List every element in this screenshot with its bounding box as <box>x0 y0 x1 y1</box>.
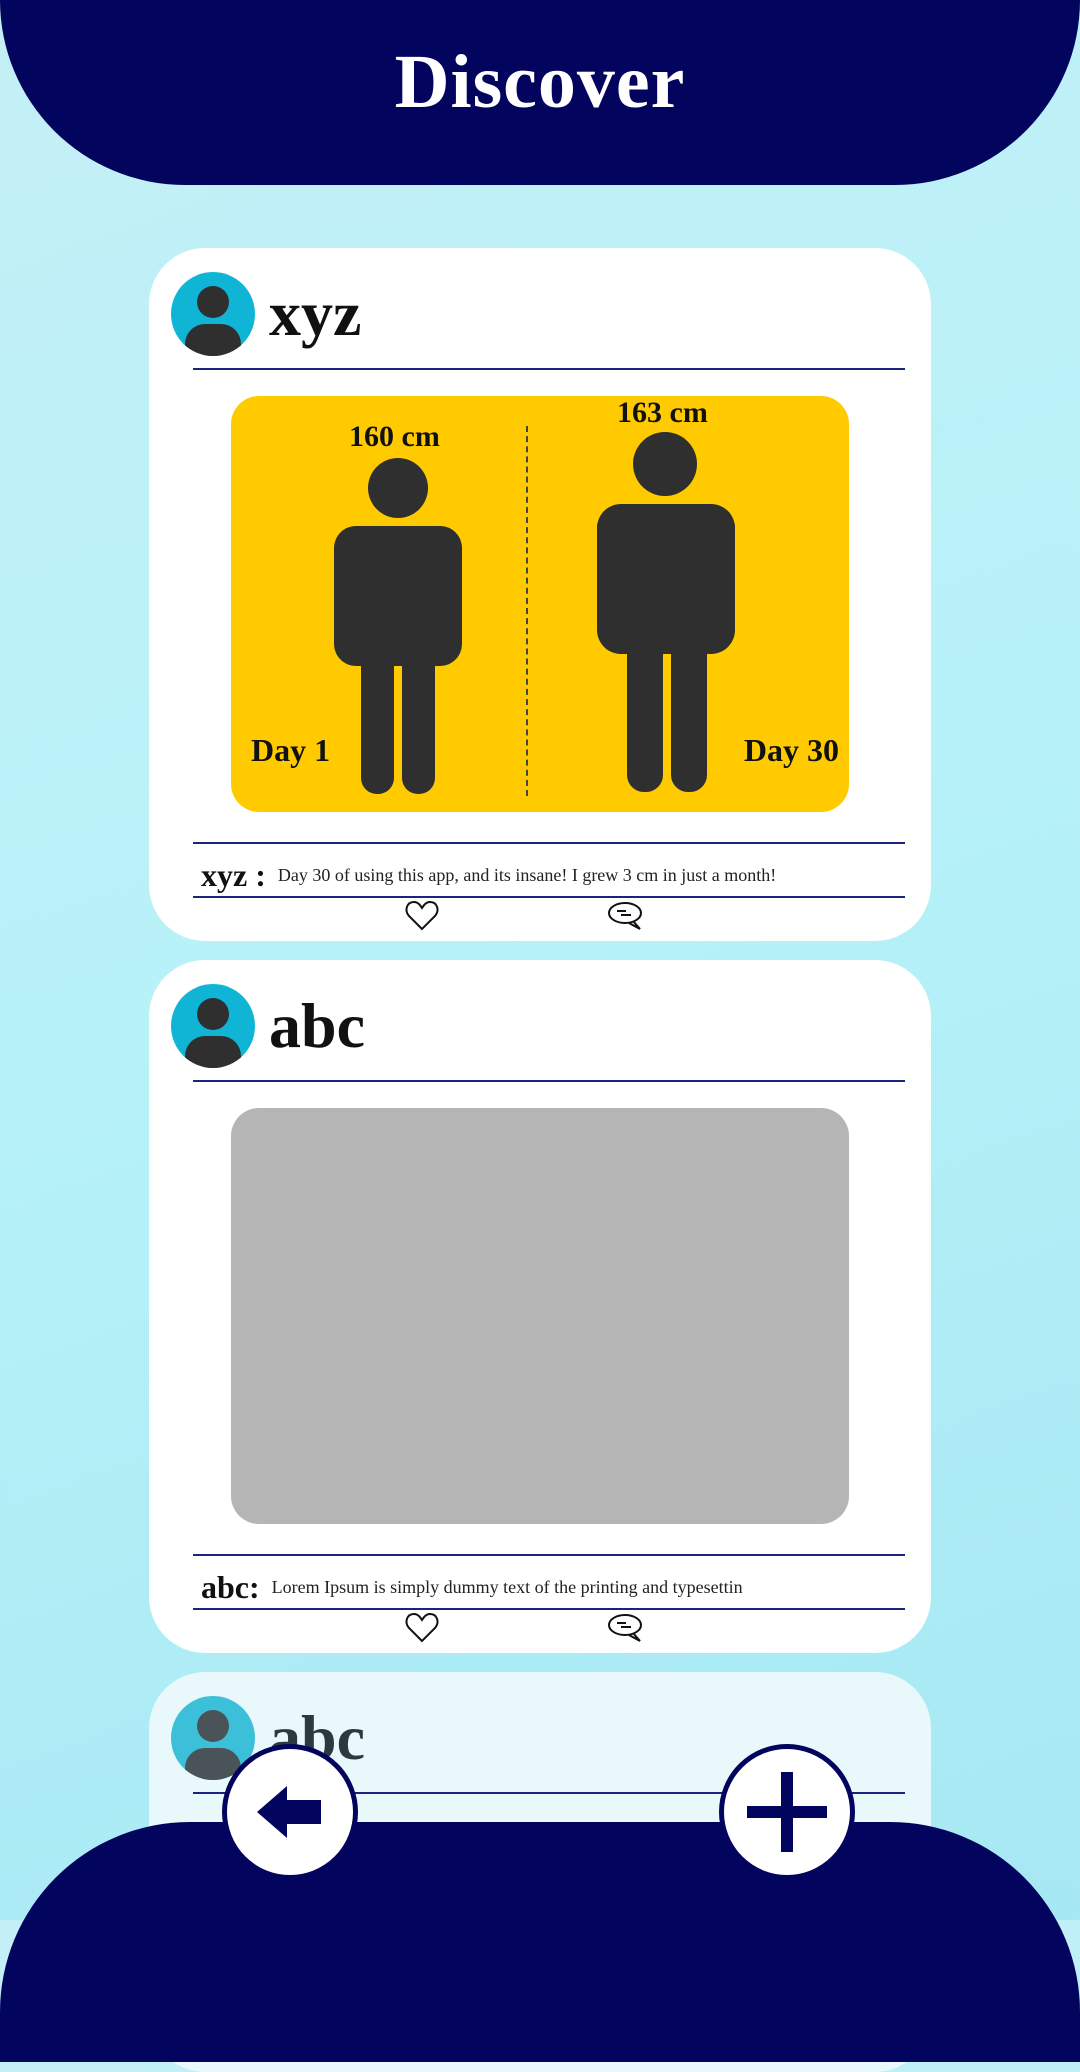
caption-username[interactable]: abc: <box>201 1569 260 1606</box>
arrow-left-icon <box>257 1786 321 1838</box>
avatar-head <box>197 286 229 318</box>
comment-icon <box>608 902 642 930</box>
avatar[interactable] <box>171 272 255 356</box>
after-day-label: Day 30 <box>743 732 839 768</box>
divider-line <box>193 1608 905 1610</box>
avatar-body <box>185 324 241 356</box>
person-before-icon <box>334 458 462 794</box>
app-header: Discover <box>0 0 1080 185</box>
comment-button[interactable] <box>607 900 643 936</box>
divider-line <box>193 842 905 844</box>
page-title: Discover <box>394 40 686 124</box>
post-card: abc abc: Lorem Ipsum is simply dummy tex… <box>149 960 931 1653</box>
post-actions <box>149 1612 931 1648</box>
avatar-head <box>197 1710 229 1742</box>
post-image-placeholder[interactable] <box>231 1108 849 1524</box>
caption-username[interactable]: xyz : <box>201 857 266 894</box>
like-button[interactable] <box>405 900 441 936</box>
post-caption: abc: Lorem Ipsum is simply dummy text of… <box>201 1564 901 1610</box>
dashed-divider <box>526 426 528 796</box>
plus-icon <box>747 1772 827 1852</box>
post-username[interactable]: xyz <box>269 282 361 346</box>
heart-icon <box>405 900 439 931</box>
caption-text: Day 30 of using this app, and its insane… <box>277 864 777 885</box>
post-username[interactable]: abc <box>269 994 365 1058</box>
like-button[interactable] <box>405 1612 441 1648</box>
divider-line <box>193 1080 905 1082</box>
avatar-head <box>197 998 229 1030</box>
post-header: xyz <box>171 272 361 356</box>
post-caption: xyz : Day 30 of using this app, and its … <box>201 852 901 898</box>
divider-line <box>193 1554 905 1556</box>
divider-line <box>193 368 905 370</box>
add-post-button[interactable] <box>719 1744 855 1880</box>
comment-button[interactable] <box>607 1612 643 1648</box>
post-actions <box>149 900 931 936</box>
post-card: xyz 160 cm 163 cm Day 1 Day 30 xyz: Day… <box>149 248 931 941</box>
heart-icon <box>405 1612 439 1643</box>
before-day-label: Day 1 <box>251 732 331 768</box>
post-image[interactable]: 160 cm 163 cm Day 1 Day 30 <box>231 396 849 812</box>
caption-text: Lorem Ipsum is simply dummy text of the … <box>271 1576 743 1597</box>
avatar[interactable] <box>171 984 255 1068</box>
person-after-icon <box>597 432 735 792</box>
comment-icon <box>608 1614 642 1642</box>
avatar-body <box>185 1036 241 1068</box>
back-button[interactable] <box>222 1744 358 1880</box>
post-header: abc <box>171 984 365 1068</box>
bottom-bar <box>0 1822 1080 2062</box>
divider-line <box>193 896 905 898</box>
